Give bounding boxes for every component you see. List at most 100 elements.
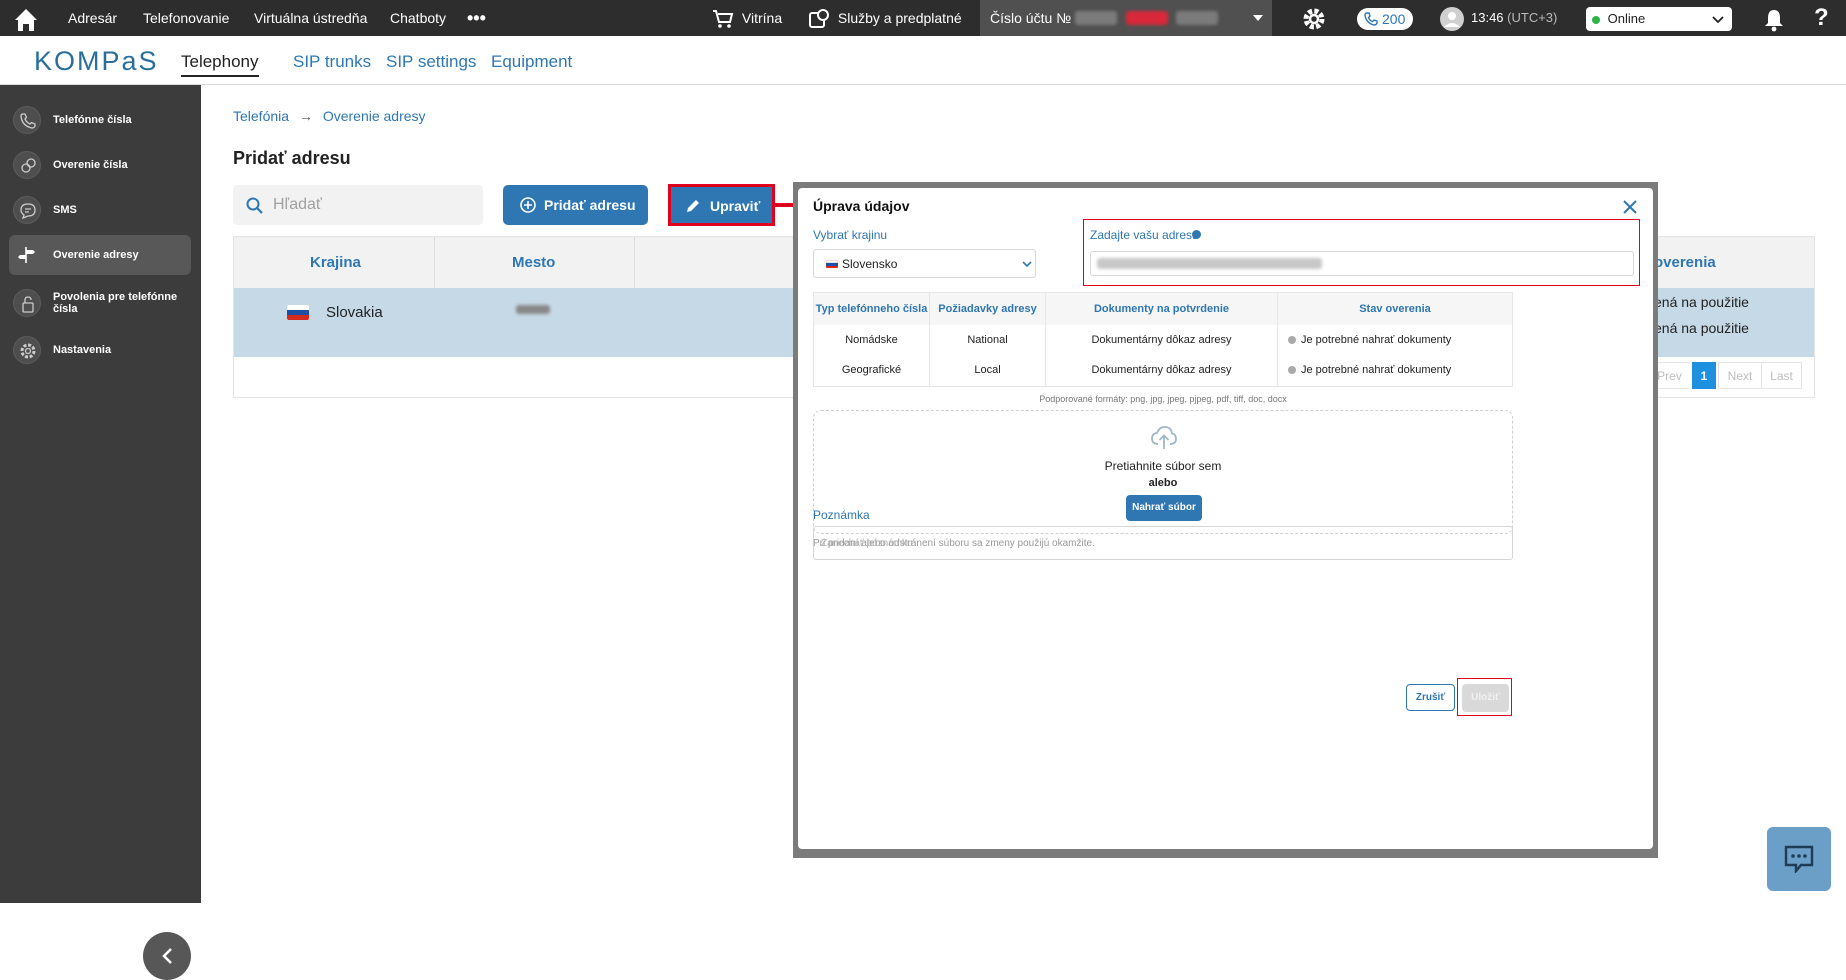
online-status-dot [1592, 15, 1600, 24]
account-selector[interactable]: Číslo účtu № [980, 0, 1272, 36]
address-input[interactable] [1090, 251, 1634, 276]
sub-nav: KOMPaS Telephony SIP trunks SIP settings… [0, 36, 1846, 85]
info-icon[interactable] [1192, 230, 1201, 239]
pagination-last[interactable]: Last [1762, 362, 1802, 389]
req-cell-requirement: Local [930, 355, 1046, 386]
column-divider [434, 237, 435, 288]
column-header-mesto[interactable]: Mesto [512, 254, 555, 271]
store-link[interactable]: Vitrína [712, 0, 782, 36]
chat-widget-button[interactable] [1767, 827, 1831, 891]
services-label: Služby a predplatné [837, 10, 962, 26]
settings-gear-icon[interactable] [1301, 0, 1327, 36]
req-status-text: Je potrebné nahrať dokumenty [1301, 334, 1452, 346]
search-box [233, 185, 483, 225]
bell-icon[interactable] [1763, 0, 1785, 36]
country-value: Slovensko [842, 257, 898, 271]
plus-circle-icon [520, 197, 536, 213]
column-header-krajina[interactable]: Krajina [310, 254, 361, 271]
column-header-overenia[interactable]: overenia [1654, 254, 1716, 271]
sidebar: Telefónne čísla Overenie čísla SMS Overe… [0, 85, 201, 980]
sidebar-item-label: Overenie čísla [53, 159, 128, 171]
req-header-type: Typ telefónneho čísla [814, 293, 930, 325]
pencil-icon [687, 200, 699, 212]
services-icon [809, 9, 829, 29]
address-value-blurred [1097, 258, 1322, 269]
req-cell-status: Je potrebné nahrať dokumenty [1278, 325, 1512, 356]
search-icon [246, 197, 263, 214]
chevron-down-icon [1712, 16, 1724, 23]
topnav-item-telefonovanie[interactable]: Telefonovanie [143, 0, 229, 36]
status-select[interactable]: Online [1586, 7, 1732, 31]
save-button[interactable]: Uložiť [1462, 684, 1509, 712]
req-cell-type: Nomádske [814, 325, 930, 356]
services-link[interactable]: Služby a predplatné [808, 0, 962, 36]
topnav-item-virtualna-ustredna[interactable]: Virtuálna ústredňa [254, 0, 367, 36]
clock: 13:46 (UTC+3) [1471, 0, 1557, 36]
edit-button[interactable]: Upraviť [668, 184, 775, 226]
page-title: Pridať adresu [233, 148, 351, 168]
slovakia-flag-icon [287, 305, 309, 320]
pagination-next[interactable]: Next [1718, 362, 1762, 389]
requirements-table: Typ telefónneho čísla Požiadavky adresy … [813, 292, 1513, 387]
breadcrumb-telefonia[interactable]: Telefónia [233, 108, 289, 124]
chevron-down-icon [1253, 15, 1263, 21]
account-number-blurred [1075, 11, 1117, 25]
sidebar-item-telefonne-cisla[interactable]: Telefónne čísla [9, 100, 191, 140]
req-cell-document: Dokumentárny dôkaz adresy [1046, 355, 1278, 386]
row-status-2: ená na použitie [1654, 320, 1749, 336]
tab-sip-settings[interactable]: SIP settings [386, 52, 476, 72]
req-header-requirements: Požiadavky adresy [930, 293, 1046, 325]
save-button-highlight: Uložiť [1457, 678, 1512, 716]
sidebar-item-overenie-adresy[interactable]: Overenie adresy [9, 235, 191, 275]
sidebar-item-povolenia[interactable]: Povolenia pre telefónne čísla [9, 280, 191, 326]
breadcrumb-overenie-adresy[interactable]: Overenie adresy [323, 108, 426, 124]
row-country: Slovakia [326, 304, 383, 321]
phone-icon [1364, 12, 1378, 26]
note-input[interactable] [814, 527, 1512, 559]
sms-icon [13, 196, 41, 224]
sidebar-item-nastavenia[interactable]: Nastavenia [9, 330, 191, 370]
store-label: Vitrína [741, 10, 783, 26]
row-status-1: ená na použitie [1654, 294, 1749, 310]
search-input[interactable] [273, 185, 473, 225]
kompas-logo[interactable]: KOMPaS [34, 46, 159, 77]
file-dropzone[interactable]: Pretiahnite súbor sem alebo Nahrať súbor [813, 410, 1513, 534]
user-avatar[interactable] [1440, 0, 1464, 36]
home-icon[interactable] [12, 0, 40, 36]
breadcrumb-separator: → [298, 108, 313, 124]
cart-icon [713, 10, 734, 29]
country-label: Vybrať krajinu [813, 228, 888, 242]
modal-title: Úprava údajov [813, 198, 910, 214]
sidebar-collapse-button[interactable] [143, 932, 191, 980]
chat-icon [1784, 845, 1814, 873]
account-number-blurred-red [1126, 11, 1168, 25]
close-icon[interactable] [1621, 198, 1639, 216]
account-label: Číslo účtu № [990, 10, 1072, 26]
sidebar-item-label: Overenie adresy [53, 249, 139, 261]
pagination-page-1[interactable]: 1 [1692, 362, 1716, 389]
tab-telephony[interactable]: Telephony [181, 52, 259, 77]
topnav-item-chatboty[interactable]: Chatboty [390, 0, 446, 36]
address-label: Zadajte vašu adresu [1090, 228, 1199, 242]
help-icon[interactable]: ? [1814, 0, 1829, 36]
sidebar-item-sms[interactable]: SMS [9, 190, 191, 230]
address-field-highlight: Zadajte vašu adresu [1083, 219, 1640, 286]
add-address-button[interactable]: Pridať adresu [503, 185, 648, 225]
sidebar-item-label: SMS [53, 204, 77, 216]
sidebar-item-label: Telefónne čísla [53, 114, 132, 126]
verify-number-icon [13, 151, 41, 179]
row-city-blurred [516, 305, 550, 314]
req-header-documents: Dokumenty na potvrdenie [1046, 293, 1278, 325]
country-select[interactable]: Slovensko [813, 249, 1036, 278]
calls-counter[interactable]: 200 [1357, 8, 1413, 30]
top-bar: Adresár Telefonovanie Virtuálna ústredňa… [0, 0, 1846, 36]
topnav-item-adresar[interactable]: Adresár [68, 0, 117, 36]
more-menu-icon[interactable]: ••• [467, 0, 486, 36]
tab-equipment[interactable]: Equipment [491, 52, 572, 72]
sidebar-item-overenie-cisla[interactable]: Overenie čísla [9, 145, 191, 185]
edit-label: Upraviť [710, 198, 761, 214]
req-cell-type: Geografické [814, 355, 930, 386]
tab-sip-trunks[interactable]: SIP trunks [293, 52, 371, 72]
cancel-button[interactable]: Zrušiť [1406, 684, 1455, 711]
upload-file-button[interactable]: Nahrať súbor [1126, 495, 1202, 521]
